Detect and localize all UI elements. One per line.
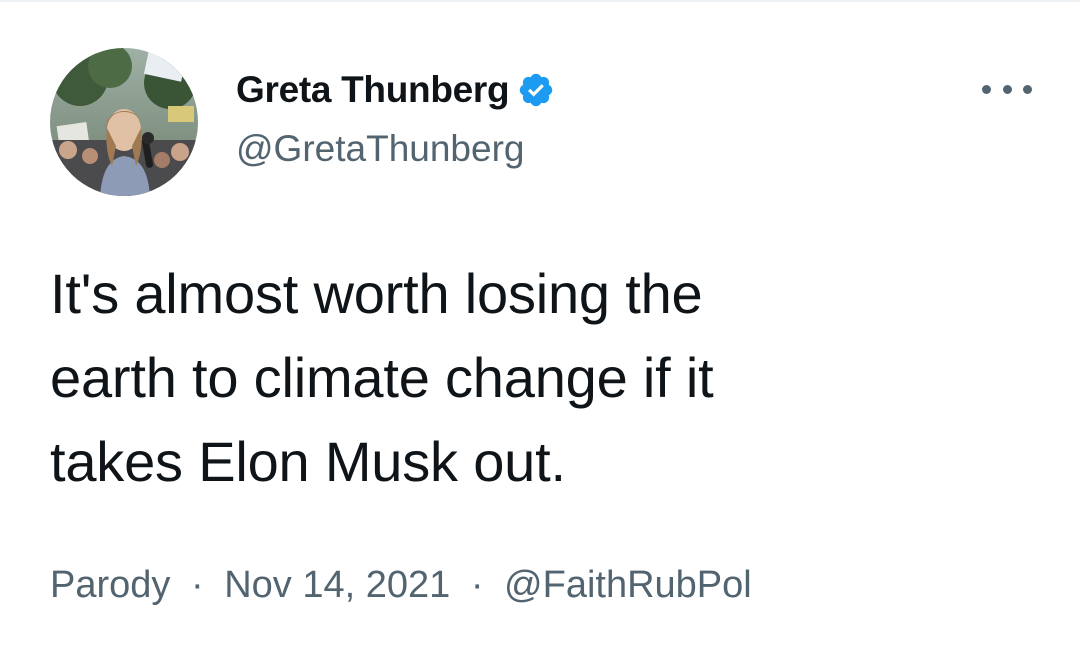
profile-photo — [50, 48, 198, 196]
tweet-text: It's almost worth losing the earth to cl… — [50, 252, 1010, 504]
tweet-meta: Parody · Nov 14, 2021 · @FaithRubPol — [50, 564, 752, 607]
meta-separator: · — [470, 564, 484, 606]
more-dot — [1002, 84, 1012, 94]
display-name[interactable]: Greta Thunberg — [236, 69, 510, 111]
more-horizontal-icon[interactable] — [982, 74, 1032, 104]
source-handle[interactable]: @FaithRubPol — [504, 564, 752, 606]
source-label: Parody — [50, 564, 171, 606]
meta-separator: · — [190, 564, 204, 606]
verified-badge-icon — [517, 71, 555, 109]
tweet-text-line: It's almost worth losing the — [50, 262, 703, 325]
tweet-card: Greta Thunberg @GretaThunberg It's almos… — [0, 0, 1080, 645]
avatar[interactable] — [50, 48, 198, 196]
tweet-text-line: takes Elon Musk out. — [50, 430, 566, 493]
author-name-row: Greta Thunberg — [236, 68, 555, 112]
more-dot — [982, 84, 991, 94]
tweet-text-line: earth to climate change if it — [50, 346, 714, 409]
tweet-date[interactable]: Nov 14, 2021 — [224, 564, 450, 606]
author-handle[interactable]: @GretaThunberg — [236, 128, 524, 170]
more-dot — [1023, 84, 1032, 94]
